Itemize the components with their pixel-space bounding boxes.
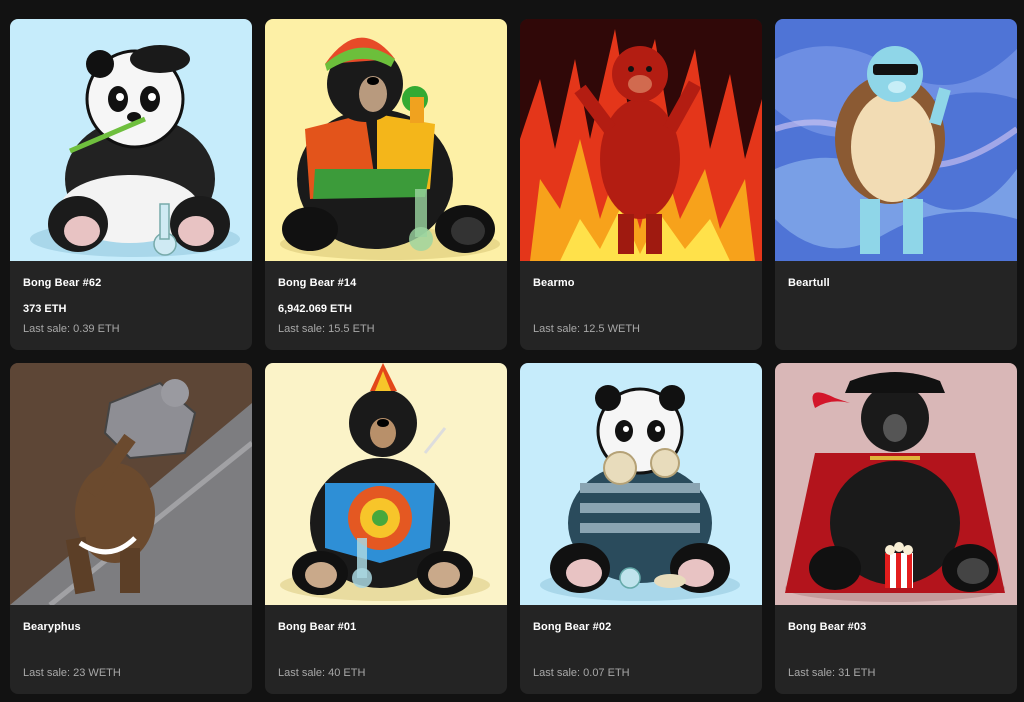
brown-bear-boulder-illustration — [10, 363, 252, 605]
nft-name[interactable]: Bong Bear #14 — [278, 277, 356, 289]
nft-card[interactable]: Bong Bear #62 373 ETH Last sale: 0.39 ET… — [10, 19, 252, 350]
nft-last-sale: Last sale: 15.5 ETH — [278, 323, 375, 335]
nft-image[interactable] — [775, 19, 1017, 261]
black-bear-tiedye-illustration — [265, 363, 507, 605]
nft-image[interactable] — [10, 363, 252, 605]
nft-card[interactable]: Bearmo Last sale: 12.5 WETH — [520, 19, 762, 350]
nft-name[interactable]: Beartull — [788, 277, 830, 289]
nft-last-sale: Last sale: 40 ETH — [278, 667, 366, 679]
nft-name[interactable]: Bong Bear #03 — [788, 621, 866, 633]
nft-image[interactable] — [775, 363, 1017, 605]
nft-card[interactable]: Bearyphus Last sale: 23 WETH — [10, 363, 252, 694]
nft-last-sale: Last sale: 31 ETH — [788, 667, 876, 679]
nft-last-sale: Last sale: 12.5 WETH — [533, 323, 640, 335]
panda-tortilla-illustration — [520, 363, 762, 605]
nft-name[interactable]: Bearyphus — [23, 621, 81, 633]
nft-image[interactable] — [10, 19, 252, 261]
nft-name[interactable]: Bearmo — [533, 277, 575, 289]
nft-price: 6,942.069 ETH — [278, 303, 352, 315]
nft-name[interactable]: Bong Bear #01 — [278, 621, 356, 633]
nft-image[interactable] — [520, 19, 762, 261]
nft-last-sale: Last sale: 0.07 ETH — [533, 667, 630, 679]
black-bear-illustration — [265, 19, 507, 261]
panda-bear-illustration — [10, 19, 252, 261]
nft-price: 373 ETH — [23, 303, 67, 315]
nft-card[interactable]: Bong Bear #02 Last sale: 0.07 ETH — [520, 363, 762, 694]
nft-last-sale: Last sale: 23 WETH — [23, 667, 121, 679]
nft-image[interactable] — [265, 363, 507, 605]
nft-grid: Bong Bear #62 373 ETH Last sale: 0.39 ET… — [10, 19, 1017, 694]
nft-card[interactable]: Bong Bear #01 Last sale: 40 ETH — [265, 363, 507, 694]
nft-image[interactable] — [520, 363, 762, 605]
nft-card[interactable]: Bong Bear #14 6,942.069 ETH Last sale: 1… — [265, 19, 507, 350]
nft-last-sale: Last sale: 0.39 ETH — [23, 323, 120, 335]
nft-name[interactable]: Bong Bear #02 — [533, 621, 611, 633]
pirate-bear-popcorn-illustration — [775, 363, 1017, 605]
blue-turtle-bear-illustration — [775, 19, 1017, 261]
red-bear-flames-illustration — [520, 19, 762, 261]
nft-image[interactable] — [265, 19, 507, 261]
nft-name[interactable]: Bong Bear #62 — [23, 277, 101, 289]
nft-card[interactable]: Bong Bear #03 Last sale: 31 ETH — [775, 363, 1017, 694]
nft-card[interactable]: Beartull — [775, 19, 1017, 350]
